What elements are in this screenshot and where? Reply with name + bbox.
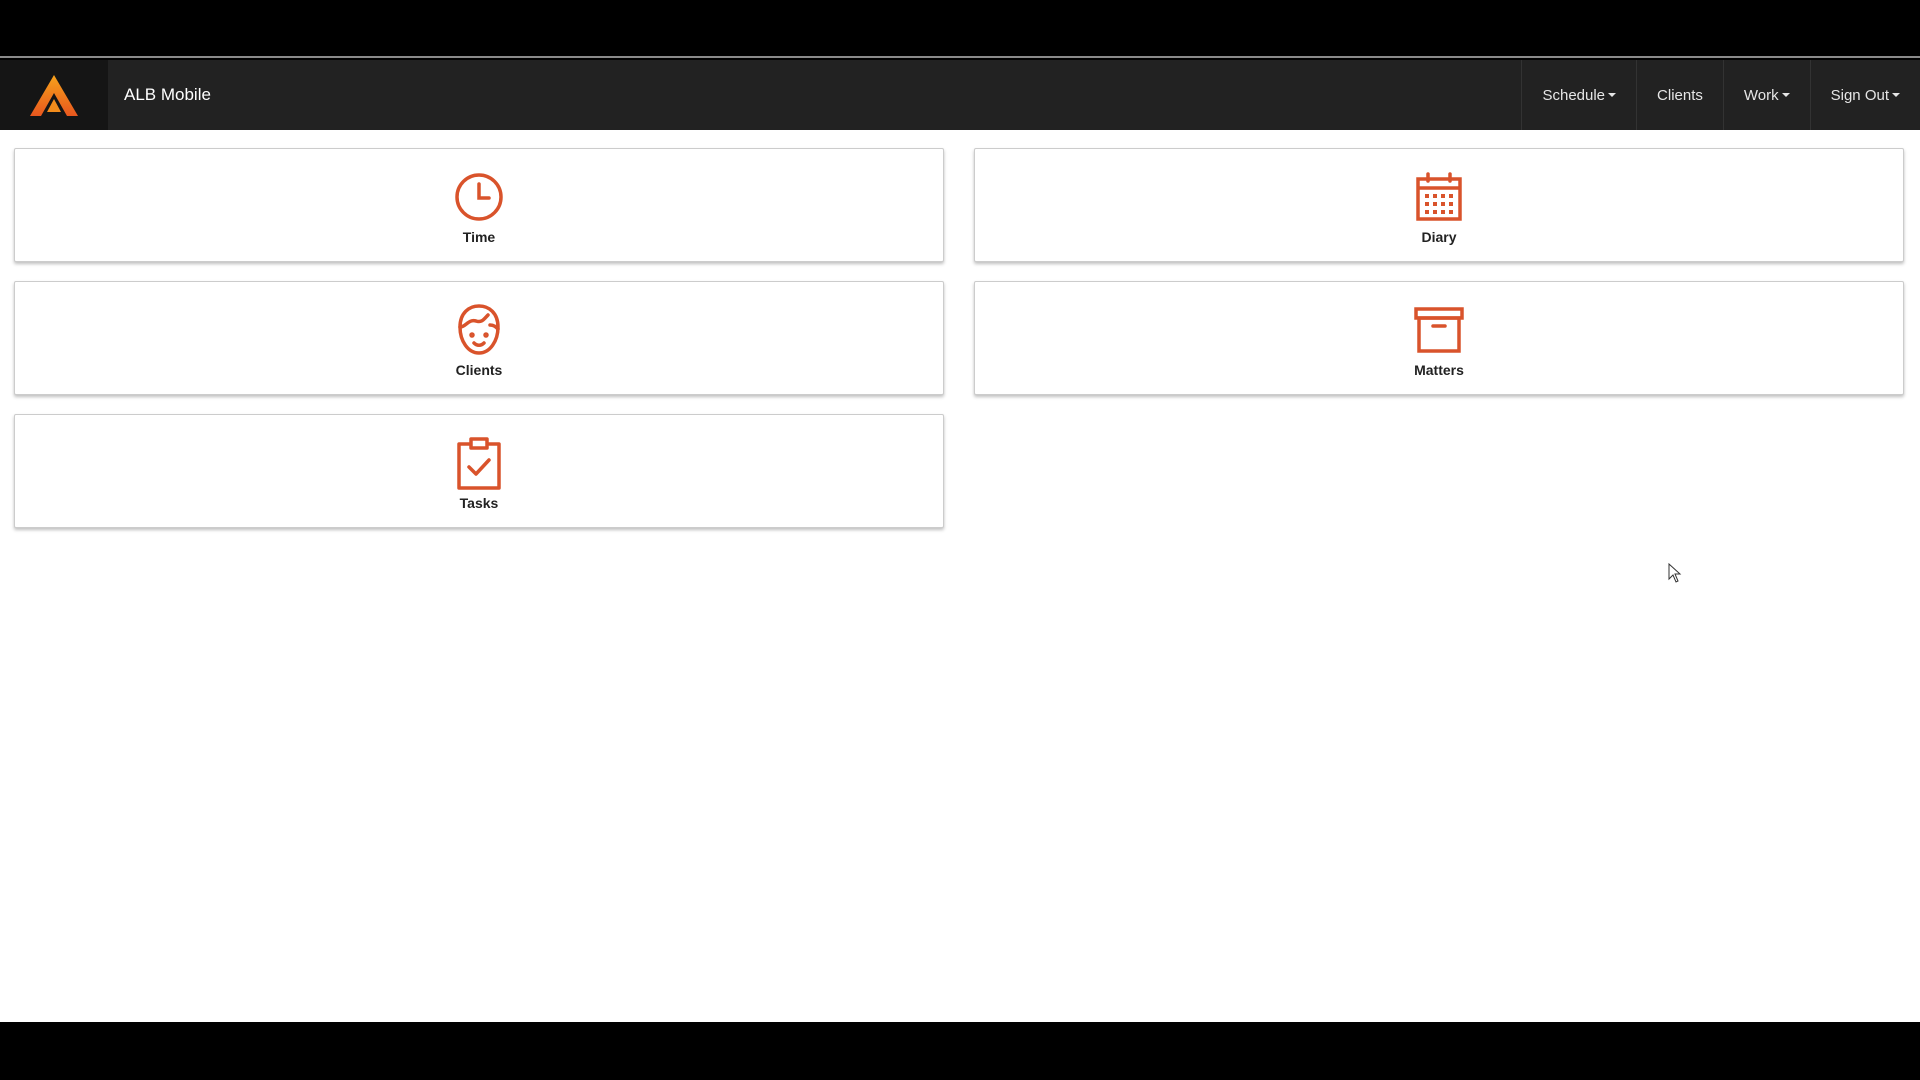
archive-box-icon [1413, 304, 1465, 356]
brand-logo[interactable] [0, 60, 108, 130]
letterbox-bottom [0, 1022, 1920, 1080]
caret-down-icon [1781, 93, 1790, 97]
nav-schedule-dropdown[interactable]: Schedule [1521, 60, 1636, 130]
tile-matters-label: Matters [1414, 362, 1464, 378]
nav-work-dropdown[interactable]: Work [1722, 60, 1810, 130]
tile-clients-label: Clients [455, 362, 503, 378]
nav-clients-link[interactable]: Clients [1636, 60, 1723, 130]
tile-time[interactable]: Time [14, 148, 944, 262]
nav-schedule-label: Schedule [1542, 86, 1606, 104]
nav-signout-label: Sign Out [1830, 86, 1889, 104]
calendar-icon [1413, 171, 1465, 223]
app-window: ALB Mobile Schedule Clients Work Sign Ou… [0, 60, 1920, 1022]
nav-clients-label: Clients [1657, 86, 1703, 104]
letterbox-top [0, 0, 1920, 58]
app-title[interactable]: ALB Mobile [108, 60, 1521, 130]
person-face-icon [453, 304, 505, 356]
clock-icon [453, 171, 505, 223]
tile-diary-label: Diary [1421, 229, 1457, 245]
nav-menu: Schedule Clients Work Sign Out [1521, 60, 1920, 130]
tile-time-label: Time [462, 229, 496, 245]
caret-down-icon [1892, 93, 1900, 97]
tile-tasks[interactable]: Tasks [14, 414, 944, 528]
nav-signout-dropdown[interactable]: Sign Out [1809, 60, 1920, 130]
navbar: ALB Mobile Schedule Clients Work Sign Ou… [0, 60, 1920, 130]
clipboard-check-icon [453, 437, 505, 490]
nav-work-label: Work [1743, 86, 1779, 104]
tile-matters[interactable]: Matters [974, 281, 1904, 395]
mouse-cursor-icon [1668, 563, 1682, 583]
caret-down-icon [1608, 93, 1617, 97]
tile-diary[interactable]: Diary [974, 148, 1904, 262]
alb-logo-icon [30, 75, 78, 116]
tile-tasks-label: Tasks [459, 495, 499, 511]
tile-clients[interactable]: Clients [14, 281, 944, 395]
